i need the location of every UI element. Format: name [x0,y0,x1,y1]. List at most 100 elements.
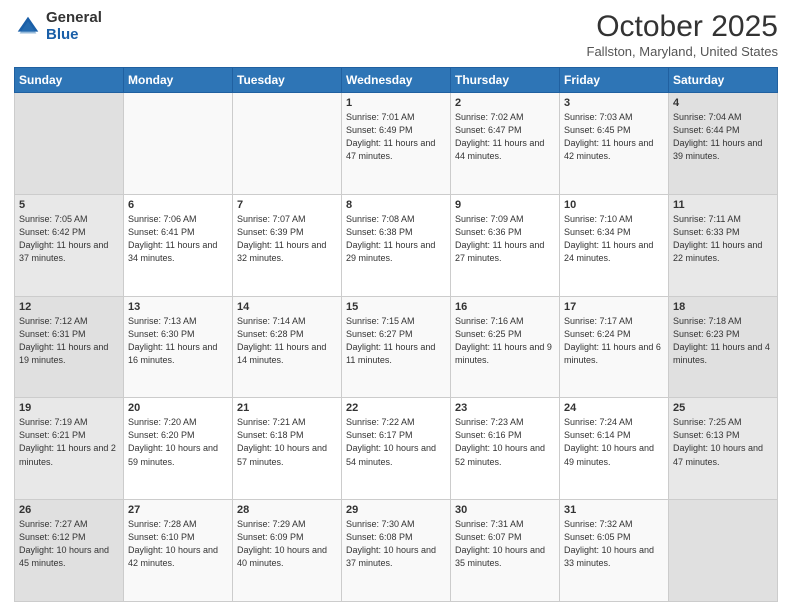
logo-general-text: General [46,10,102,27]
day-number: 13 [128,301,228,313]
location: Fallston, Maryland, United States [587,44,778,59]
logo-blue-text: Blue [46,27,102,44]
day-info: Sunrise: 7:01 AM Sunset: 6:49 PM Dayligh… [346,111,446,163]
day-info: Sunrise: 7:03 AM Sunset: 6:45 PM Dayligh… [564,111,664,163]
day-number: 29 [346,504,446,516]
calendar-cell: 19 Sunrise: 7:19 AM Sunset: 6:21 PM Dayli… [15,398,124,500]
day-number: 18 [673,301,773,313]
calendar-cell: 25Sunrise: 7:25 AM Sunset: 6:13 PM Dayli… [669,398,778,500]
day-number: 22 [346,402,446,414]
title-area: October 2025 Fallston, Maryland, United … [587,10,778,59]
day-number: 23 [455,402,555,414]
day-number: 28 [237,504,337,516]
day-info: Sunrise: 7:07 AM Sunset: 6:39 PM Dayligh… [237,213,337,265]
day-info: Sunrise: 7:08 AM Sunset: 6:38 PM Dayligh… [346,213,446,265]
calendar-cell: 13 Sunrise: 7:13 AM Sunset: 6:30 PM Dayli… [124,296,233,398]
day-info: Sunrise: 7:02 AM Sunset: 6:47 PM Dayligh… [455,111,555,163]
day-header-sunday: Sunday [15,68,124,93]
calendar-cell: 30 Sunrise: 7:31 AM Sunset: 6:07 PM Dayli… [451,500,560,602]
calendar-cell: 31 Sunrise: 7:32 AM Sunset: 6:05 PM Dayli… [560,500,669,602]
calendar-cell: 14Sunrise: 7:14 AM Sunset: 6:28 PM Dayli… [233,296,342,398]
day-number: 4 [673,97,773,109]
day-info: Sunrise: 7:22 AM Sunset: 6:17 PM Dayligh… [346,416,446,468]
day-number: 6 [128,199,228,211]
calendar-cell: 23 Sunrise: 7:23 AM Sunset: 6:16 PM Dayli… [451,398,560,500]
calendar-week-0: 1Sunrise: 7:01 AM Sunset: 6:49 PM Daylig… [15,93,778,195]
day-number: 10 [564,199,664,211]
calendar-cell: 26 Sunrise: 7:27 AM Sunset: 6:12 PM Dayli… [15,500,124,602]
day-number: 30 [455,504,555,516]
calendar-cell: 18 Sunrise: 7:18 AM Sunset: 6:23 PM Dayli… [669,296,778,398]
calendar-cell: 21Sunrise: 7:21 AM Sunset: 6:18 PM Dayli… [233,398,342,500]
day-number: 11 [673,199,773,211]
day-info: Sunrise: 7:13 AM Sunset: 6:30 PM Dayligh… [128,315,228,367]
month-title: October 2025 [587,10,778,44]
day-info: Sunrise: 7:30 AM Sunset: 6:08 PM Dayligh… [346,518,446,570]
calendar-cell: 3Sunrise: 7:03 AM Sunset: 6:45 PM Daylig… [560,93,669,195]
day-info: Sunrise: 7:05 AM Sunset: 6:42 PM Dayligh… [19,213,119,265]
day-header-saturday: Saturday [669,68,778,93]
day-info: Sunrise: 7:10 AM Sunset: 6:34 PM Dayligh… [564,213,664,265]
calendar-cell [15,93,124,195]
day-info: Sunrise: 7:12 AM Sunset: 6:31 PM Dayligh… [19,315,119,367]
day-info: Sunrise: 7:11 AM Sunset: 6:33 PM Dayligh… [673,213,773,265]
calendar-cell: 6 Sunrise: 7:06 AM Sunset: 6:41 PM Daylig… [124,194,233,296]
day-number: 20 [128,402,228,414]
day-info: Sunrise: 7:24 AM Sunset: 6:14 PM Dayligh… [564,416,664,468]
calendar-cell: 7Sunrise: 7:07 AM Sunset: 6:39 PM Daylig… [233,194,342,296]
day-info: Sunrise: 7:04 AM Sunset: 6:44 PM Dayligh… [673,111,773,163]
day-info: Sunrise: 7:06 AM Sunset: 6:41 PM Dayligh… [128,213,228,265]
calendar-cell: 11 Sunrise: 7:11 AM Sunset: 6:33 PM Dayli… [669,194,778,296]
day-info: Sunrise: 7:15 AM Sunset: 6:27 PM Dayligh… [346,315,446,367]
day-number: 21 [237,402,337,414]
day-info: Sunrise: 7:29 AM Sunset: 6:09 PM Dayligh… [237,518,337,570]
calendar-cell [669,500,778,602]
day-info: Sunrise: 7:32 AM Sunset: 6:05 PM Dayligh… [564,518,664,570]
day-info: Sunrise: 7:28 AM Sunset: 6:10 PM Dayligh… [128,518,228,570]
day-info: Sunrise: 7:31 AM Sunset: 6:07 PM Dayligh… [455,518,555,570]
calendar-cell: 10 Sunrise: 7:10 AM Sunset: 6:34 PM Dayli… [560,194,669,296]
day-info: Sunrise: 7:09 AM Sunset: 6:36 PM Dayligh… [455,213,555,265]
calendar-cell: 1Sunrise: 7:01 AM Sunset: 6:49 PM Daylig… [342,93,451,195]
day-number: 5 [19,199,119,211]
day-info: Sunrise: 7:18 AM Sunset: 6:23 PM Dayligh… [673,315,773,367]
logo: General Blue [14,10,102,43]
calendar-cell: 24 Sunrise: 7:24 AM Sunset: 6:14 PM Dayli… [560,398,669,500]
calendar-cell: 12Sunrise: 7:12 AM Sunset: 6:31 PM Dayli… [15,296,124,398]
day-info: Sunrise: 7:27 AM Sunset: 6:12 PM Dayligh… [19,518,119,570]
day-number: 16 [455,301,555,313]
calendar-cell: 27Sunrise: 7:28 AM Sunset: 6:10 PM Dayli… [124,500,233,602]
calendar-cell: 8 Sunrise: 7:08 AM Sunset: 6:38 PM Daylig… [342,194,451,296]
day-number: 9 [455,199,555,211]
day-info: Sunrise: 7:19 AM Sunset: 6:21 PM Dayligh… [19,416,119,468]
day-number: 26 [19,504,119,516]
day-number: 8 [346,199,446,211]
day-number: 31 [564,504,664,516]
day-number: 19 [19,402,119,414]
day-info: Sunrise: 7:16 AM Sunset: 6:25 PM Dayligh… [455,315,555,367]
calendar-week-1: 5 Sunrise: 7:05 AM Sunset: 6:42 PM Daylig… [15,194,778,296]
calendar-cell: 2 Sunrise: 7:02 AM Sunset: 6:47 PM Daylig… [451,93,560,195]
logo-text: General Blue [46,10,102,43]
day-number: 14 [237,301,337,313]
calendar-cell: 22 Sunrise: 7:22 AM Sunset: 6:17 PM Dayli… [342,398,451,500]
day-header-thursday: Thursday [451,68,560,93]
day-number: 2 [455,97,555,109]
day-info: Sunrise: 7:23 AM Sunset: 6:16 PM Dayligh… [455,416,555,468]
day-number: 24 [564,402,664,414]
calendar-cell: 28 Sunrise: 7:29 AM Sunset: 6:09 PM Dayli… [233,500,342,602]
day-header-friday: Friday [560,68,669,93]
calendar-cell [233,93,342,195]
calendar-cell: 15Sunrise: 7:15 AM Sunset: 6:27 PM Dayli… [342,296,451,398]
calendar-cell: 4 Sunrise: 7:04 AM Sunset: 6:44 PM Daylig… [669,93,778,195]
day-number: 17 [564,301,664,313]
day-header-wednesday: Wednesday [342,68,451,93]
calendar-header-row: SundayMondayTuesdayWednesdayThursdayFrid… [15,68,778,93]
header: General Blue October 2025 Fallston, Mary… [14,10,778,59]
day-number: 25 [673,402,773,414]
logo-icon [14,13,42,41]
calendar-week-4: 26 Sunrise: 7:27 AM Sunset: 6:12 PM Dayli… [15,500,778,602]
day-info: Sunrise: 7:20 AM Sunset: 6:20 PM Dayligh… [128,416,228,468]
page: General Blue October 2025 Fallston, Mary… [0,0,792,612]
calendar-week-2: 12Sunrise: 7:12 AM Sunset: 6:31 PM Dayli… [15,296,778,398]
